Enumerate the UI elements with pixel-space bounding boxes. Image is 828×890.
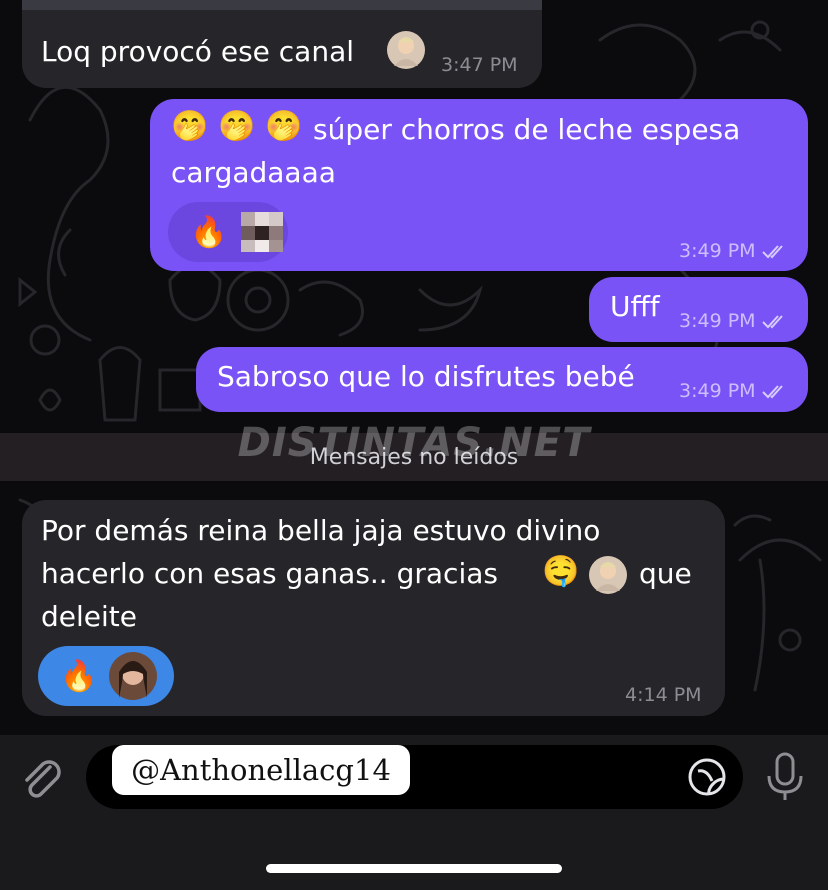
outgoing-message[interactable]: Ufff 3:49 PM <box>589 277 808 342</box>
message-text: súper chorros de leche espesa cargadaaaa <box>171 113 741 189</box>
microphone-icon[interactable] <box>764 752 806 808</box>
paperclip-icon[interactable] <box>20 755 64 805</box>
incoming-message[interactable]: Por demás reina bella jaja estuvo divino… <box>22 500 725 716</box>
message-time: 3:49 PM <box>679 310 788 332</box>
reaction-pill[interactable]: 🔥 <box>38 646 174 706</box>
outgoing-message[interactable]: Sabroso que lo disfrutes bebé 3:49 PM <box>196 347 808 412</box>
message-text-line: que <box>639 557 692 590</box>
double-check-icon <box>761 314 783 328</box>
username-overlay: @Anthonellacg14 <box>112 745 410 795</box>
reaction-pill[interactable]: 🔥 <box>168 202 288 262</box>
person-gesturing-no-emoji <box>386 30 426 74</box>
message-time: 3:49 PM <box>679 240 788 262</box>
message-text-line: deleite <box>41 600 137 633</box>
home-indicator <box>266 864 562 873</box>
sticker-icon[interactable] <box>687 757 727 801</box>
outgoing-message[interactable]: 🤭 🤭 🤭 súper chorros de leche espesa carg… <box>150 99 808 271</box>
double-check-icon <box>761 384 783 398</box>
message-text-line: hacerlo con esas ganas.. gracias <box>41 557 498 590</box>
message-time: 3:49 PM <box>679 380 788 402</box>
message-text: Loq provocó ese canal <box>41 35 355 68</box>
person-gesturing-no-emoji <box>588 555 628 599</box>
pixelated-avatar <box>241 212 284 252</box>
message-time: 3:47 PM <box>441 54 518 76</box>
message-text: Sabroso que lo disfrutes bebé <box>217 360 635 393</box>
watermark: DISTINTAS.NET <box>237 420 591 466</box>
reactor-avatar <box>109 652 158 700</box>
fire-emoji: 🔥 <box>190 214 228 250</box>
drooling-face-emoji: 🤤 <box>542 554 580 589</box>
message-text: Ufff <box>610 290 660 323</box>
message-time: 4:14 PM <box>625 684 702 706</box>
incoming-message[interactable]: Loq provocó ese canal 3:47 PM <box>22 10 542 88</box>
double-check-icon <box>761 244 783 258</box>
message-text-line: Por demás reina bella jaja estuvo divino <box>41 514 601 547</box>
fire-emoji: 🔥 <box>60 658 98 694</box>
